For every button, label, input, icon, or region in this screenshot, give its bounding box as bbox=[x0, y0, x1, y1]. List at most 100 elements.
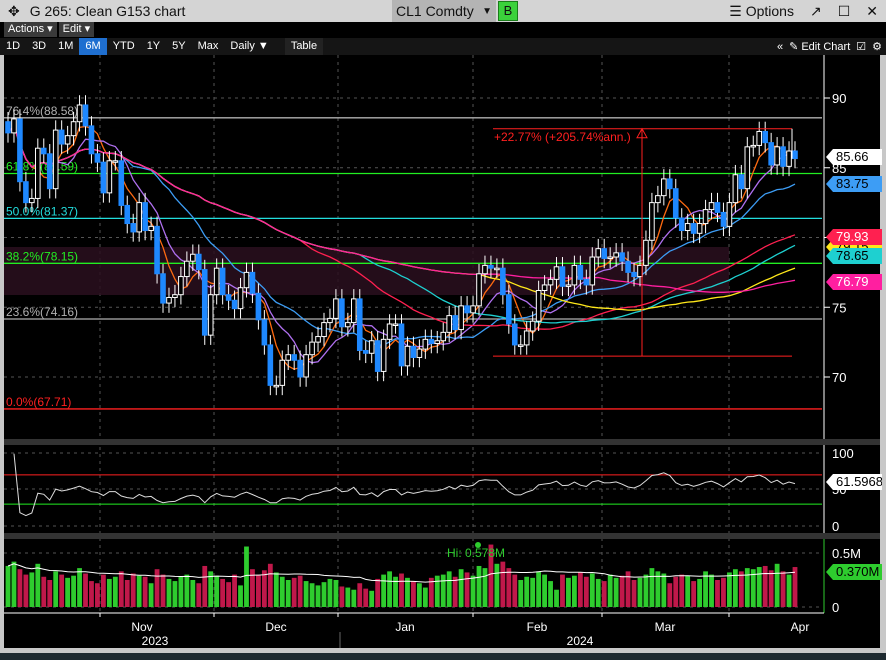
volume-bar bbox=[619, 575, 625, 607]
candle-body bbox=[249, 271, 256, 294]
candle-body bbox=[52, 129, 59, 190]
options-button[interactable]: ☰ Options bbox=[729, 3, 794, 20]
volume-high-marker bbox=[475, 542, 481, 548]
tab-1m[interactable]: 1M bbox=[52, 38, 79, 55]
candle-body bbox=[780, 146, 786, 167]
tab-5y[interactable]: 5Y bbox=[166, 38, 191, 55]
candle-body bbox=[619, 252, 625, 262]
candle-body bbox=[124, 204, 131, 225]
volume-bar bbox=[130, 573, 136, 607]
maximize-icon[interactable]: ☐ bbox=[838, 3, 851, 20]
candle-body bbox=[386, 323, 393, 340]
candle-body bbox=[511, 323, 518, 346]
actions-menu[interactable]: Actions ▾ bbox=[4, 22, 57, 37]
volume-bar bbox=[482, 568, 488, 607]
volume-bar bbox=[518, 580, 524, 607]
volume-bar bbox=[363, 588, 369, 607]
candle-body bbox=[517, 344, 524, 347]
volume-bar bbox=[500, 561, 506, 607]
volume-bar bbox=[744, 568, 750, 607]
price-chart[interactable]: 76.4%(88.58) 61.8%(84.59) 50.0%(81.37) 38.2… bbox=[0, 0, 886, 660]
candle-body bbox=[46, 153, 53, 190]
move-icon[interactable]: ✥ bbox=[8, 3, 20, 20]
candle-body bbox=[201, 269, 208, 336]
candle-body bbox=[333, 298, 339, 319]
candle-body bbox=[488, 264, 494, 269]
ticker-field[interactable]: CL1 Comdty ▼ bbox=[392, 0, 496, 22]
collapse-icon[interactable]: « bbox=[777, 41, 783, 53]
volume-bar bbox=[452, 576, 458, 607]
candle-body bbox=[434, 340, 441, 345]
panel-divider[interactable] bbox=[4, 439, 880, 445]
candle-body bbox=[786, 150, 792, 167]
candle-body bbox=[500, 267, 506, 296]
volume-bar bbox=[154, 569, 160, 607]
annotate-icon[interactable]: ☑ bbox=[856, 40, 866, 53]
volume-bar bbox=[434, 575, 440, 607]
volume-bar bbox=[375, 578, 381, 607]
volume-bar bbox=[339, 586, 345, 607]
volume-bar bbox=[226, 582, 231, 607]
tab-max[interactable]: Max bbox=[192, 38, 225, 55]
volume-bar bbox=[190, 580, 196, 607]
volume-bar bbox=[512, 574, 518, 607]
volume-bar bbox=[685, 575, 691, 607]
candle-body bbox=[112, 160, 119, 163]
candle-body bbox=[661, 178, 667, 197]
close-icon[interactable]: ✕ bbox=[866, 3, 878, 20]
candle-body bbox=[100, 161, 107, 194]
volume-bar bbox=[703, 571, 708, 607]
ticker-b-button[interactable]: B bbox=[498, 1, 518, 21]
edit-chart-button[interactable]: ✎ Edit Chart bbox=[789, 40, 850, 53]
candle-body bbox=[440, 331, 447, 342]
frequency-dropdown[interactable]: Daily ▼ bbox=[224, 38, 274, 55]
candle-body bbox=[267, 344, 274, 386]
volume-bar bbox=[244, 546, 249, 607]
candle-body bbox=[160, 273, 166, 304]
volume-bar bbox=[721, 577, 726, 607]
candle-body bbox=[464, 305, 470, 314]
price-label: 83.75 bbox=[826, 176, 882, 192]
volume-bar bbox=[11, 561, 17, 607]
candle-body bbox=[195, 253, 202, 271]
candle-body bbox=[70, 121, 77, 137]
volume-bar bbox=[160, 574, 166, 607]
volume-bar bbox=[238, 585, 243, 607]
candle-body bbox=[482, 264, 488, 275]
edit-menu[interactable]: Edit ▾ bbox=[58, 22, 95, 37]
table-button[interactable]: Table bbox=[284, 38, 324, 55]
volume-bar bbox=[524, 576, 530, 607]
popout-icon[interactable]: ↗ bbox=[810, 3, 822, 20]
chevron-down-icon[interactable]: ▼ bbox=[482, 6, 492, 17]
panel-divider[interactable] bbox=[4, 533, 880, 539]
candle-body bbox=[494, 267, 500, 271]
candle-body bbox=[529, 320, 536, 332]
volume-bar bbox=[631, 580, 637, 607]
volume-bar bbox=[77, 568, 82, 607]
volume-bar bbox=[220, 578, 226, 607]
candle-body bbox=[58, 129, 65, 145]
volume-bar bbox=[476, 565, 482, 607]
gear-icon[interactable]: ⚙ bbox=[872, 40, 882, 53]
volume-bar bbox=[780, 571, 786, 607]
volume-bar bbox=[214, 575, 220, 607]
candle-body bbox=[273, 384, 280, 388]
tab-1d[interactable]: 1D bbox=[0, 38, 26, 55]
tab-6m[interactable]: 6M bbox=[79, 38, 107, 55]
volume-bar bbox=[95, 583, 100, 607]
candle-body bbox=[655, 195, 661, 204]
volume-bar bbox=[601, 581, 607, 607]
volume-bar bbox=[464, 572, 470, 607]
month-label: Dec bbox=[265, 620, 286, 634]
tab-3d[interactable]: 3D bbox=[26, 38, 52, 55]
volume-bar bbox=[357, 583, 363, 607]
taskbar-strip bbox=[0, 653, 886, 660]
candle-body bbox=[380, 338, 387, 372]
tab-1y[interactable]: 1Y bbox=[141, 38, 166, 55]
volume-bar bbox=[554, 589, 559, 607]
volume-bar bbox=[607, 574, 613, 607]
tab-ytd[interactable]: YTD bbox=[107, 38, 141, 55]
candle-body bbox=[470, 305, 476, 314]
candle-body bbox=[535, 290, 542, 322]
candle-body bbox=[339, 298, 345, 328]
